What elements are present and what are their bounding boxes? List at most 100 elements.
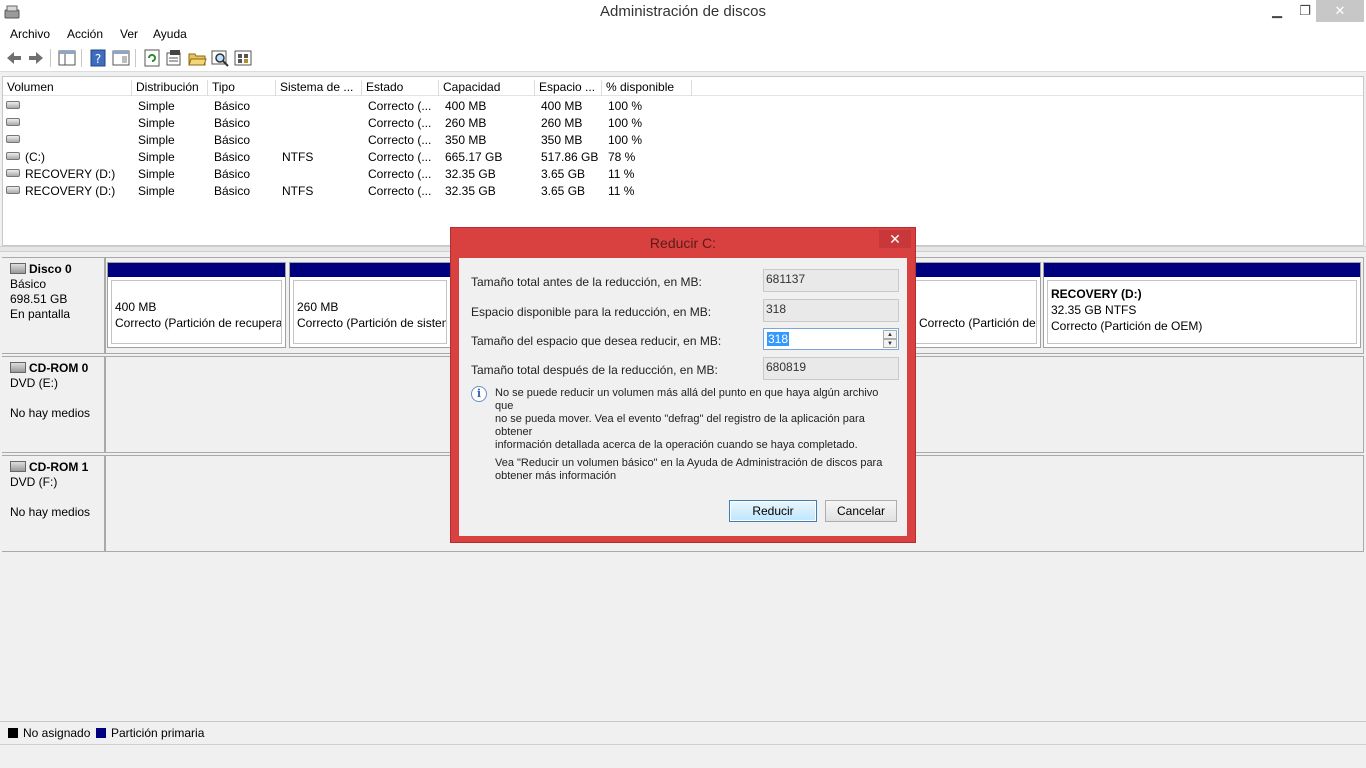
col-espacio[interactable]: Espacio ... (535, 80, 602, 96)
volume-cell: 11 % (608, 167, 635, 181)
col-sistema[interactable]: Sistema de ... (276, 80, 362, 96)
info-line-2: no se pueda mover. Vea el evento "defrag… (495, 413, 865, 438)
volume-drive-icon (6, 169, 20, 177)
cdrom-0-label[interactable]: CD-ROM 0 DVD (E:) No hay medios (2, 356, 105, 453)
volume-drive-icon (6, 101, 20, 109)
dialog-close-button[interactable]: ✕ (879, 230, 911, 248)
volume-cell: Simple (138, 99, 175, 113)
partition-bar (290, 263, 450, 277)
show-hide-icon[interactable] (111, 48, 131, 68)
volume-row[interactable]: RECOVERY (D:) Simple Básico NTFS Correcto (.… (3, 182, 1363, 199)
volume-cell: Correcto (... (368, 150, 432, 164)
rescan-icon[interactable] (233, 48, 253, 68)
volume-cell: Correcto (... (368, 184, 432, 198)
partition-info: 400 MB Correcto (Partición de recuperaci… (111, 280, 282, 344)
info-line-1: No se puede reducir un volumen más allá … (495, 387, 879, 412)
find-icon[interactable] (210, 48, 230, 68)
volume-row[interactable]: (C:) Simple Básico NTFS Correcto (... 665.17 … (3, 148, 1363, 165)
partition-info: Correcto (Partición de recuperación) (915, 280, 1037, 344)
volume-cell: 3.65 GB (541, 167, 586, 181)
disk-0-type: Básico (10, 277, 47, 291)
col-estado[interactable]: Estado (362, 80, 439, 96)
cancelar-button[interactable]: Cancelar (825, 500, 897, 522)
partition-bar (915, 263, 1040, 277)
unallocated-swatch (8, 728, 18, 738)
volume-cell: 517.86 GB (541, 150, 599, 164)
help-line-1[interactable]: Vea "Reducir un volumen básico" en la Ay… (495, 457, 895, 470)
volume-drive-icon (6, 152, 20, 160)
menu-ayuda[interactable]: Ayuda (153, 27, 187, 41)
volume-row[interactable]: Simple Básico Correcto (... 400 MB 400 MB 100… (3, 97, 1363, 114)
partition-recovery-400mb[interactable]: 400 MB Correcto (Partición de recuperaci… (107, 262, 286, 348)
minimize-button[interactable]: ▁ (1262, 0, 1292, 22)
volume-cell: Correcto (... (368, 99, 432, 113)
spin-up-button[interactable]: ▲ (883, 330, 897, 339)
partition-info: RECOVERY (D:) 32.35 GB NTFS Correcto (Pa… (1047, 280, 1357, 344)
partition-title: RECOVERY (D:) (1051, 287, 1142, 301)
col-tipo[interactable]: Tipo (208, 80, 276, 96)
reduce-amount-value[interactable]: 318 (767, 332, 790, 346)
reducir-button[interactable]: Reducir (729, 500, 817, 522)
properties-icon[interactable] (164, 48, 184, 68)
menu-archivo[interactable]: Archivo (10, 27, 50, 41)
close-icon: ✕ (1334, 3, 1346, 18)
reduce-amount-input[interactable]: 318 ▲ ▼ (763, 328, 899, 350)
open-folder-icon[interactable] (187, 48, 207, 68)
col-volumen[interactable]: Volumen (3, 80, 132, 96)
help-text: Vea "Reducir un volumen básico" en la Ay… (495, 457, 895, 483)
volume-cell: Básico (214, 99, 251, 113)
value-total-after: 680819 (763, 357, 899, 380)
menu-ver[interactable]: Ver (120, 27, 138, 41)
help-icon[interactable]: ? (88, 48, 108, 68)
legend: No asignado Partición primaria (0, 721, 1366, 743)
volume-cell: 665.17 GB (445, 150, 503, 164)
partition-recovery-d[interactable]: RECOVERY (D:) 32.35 GB NTFS Correcto (Pa… (1043, 262, 1361, 348)
cdrom-0-spacer (10, 391, 104, 406)
cdrom-1-label[interactable]: CD-ROM 1 DVD (F:) No hay medios (2, 455, 105, 552)
minimize-icon: ▁ (1272, 3, 1282, 18)
help-line-2: obtener más información (495, 470, 617, 482)
cdrom-0-status: No hay medios (10, 406, 91, 420)
volume-cell: Correcto (... (368, 167, 432, 181)
info-line-3: información detallada acerca de la opera… (495, 439, 858, 451)
forward-icon[interactable] (26, 48, 46, 68)
close-window-button[interactable]: ✕ (1316, 0, 1364, 22)
partition-title (919, 286, 1036, 289)
volume-cell: 32.35 GB (445, 167, 496, 181)
menu-accion[interactable]: Acción (67, 27, 103, 41)
volume-row[interactable]: RECOVERY (D:) Simple Básico Correcto (... 32… (3, 165, 1363, 182)
partition-efi-260mb[interactable]: 260 MB Correcto (Partición de sistema EF… (289, 262, 451, 348)
value-available: 318 (763, 299, 899, 322)
volume-cell: Básico (214, 116, 251, 130)
refresh-icon[interactable] (142, 48, 162, 68)
legend-unallocated: No asignado (23, 726, 91, 740)
spin-down-button[interactable]: ▼ (883, 339, 897, 348)
volume-cell: Básico (214, 150, 251, 164)
volume-cell: RECOVERY (D:) (25, 167, 116, 181)
cdrom-1-status: No hay medios (10, 505, 91, 519)
console-tree-icon[interactable] (57, 48, 77, 68)
col-disponible[interactable]: % disponible (602, 80, 692, 96)
cdrom-1-drive: DVD (F:) (10, 475, 58, 489)
volume-cell: 100 % (608, 133, 643, 147)
dialog-title: Reducir C: (649, 235, 717, 251)
cdrom-1-name: CD-ROM 1 (10, 460, 104, 475)
shrink-volume-dialog: Reducir C: ✕ Tamaño total antes de la re… (450, 227, 916, 543)
volume-cell: Correcto (... (368, 133, 432, 147)
volume-row[interactable]: Simple Básico Correcto (... 260 MB 260 MB 100… (3, 114, 1363, 131)
volume-row[interactable]: Simple Básico Correcto (... 350 MB 350 MB 100… (3, 131, 1363, 148)
volume-cell: 400 MB (445, 99, 487, 113)
col-distribucion[interactable]: Distribución (132, 80, 208, 96)
volume-cell: 11 % (608, 184, 635, 198)
volume-cell: NTFS (282, 150, 314, 164)
chevron-down-icon: ▼ (887, 341, 893, 347)
label-total-before: Tamaño total antes de la reducción, en M… (471, 275, 702, 289)
volume-cell: Simple (138, 184, 175, 198)
back-icon[interactable] (4, 48, 24, 68)
dialog-body: Tamaño total antes de la reducción, en M… (459, 258, 907, 536)
partition-info: 260 MB Correcto (Partición de sistema EF… (293, 280, 447, 344)
volume-cell: 260 MB (445, 116, 487, 130)
disk-0-label[interactable]: Disco 0 Básico 698.51 GB En pantalla (2, 257, 105, 354)
partition-recovery-350mb[interactable]: Correcto (Partición de recuperación) (914, 262, 1041, 348)
col-capacidad[interactable]: Capacidad (439, 80, 535, 96)
